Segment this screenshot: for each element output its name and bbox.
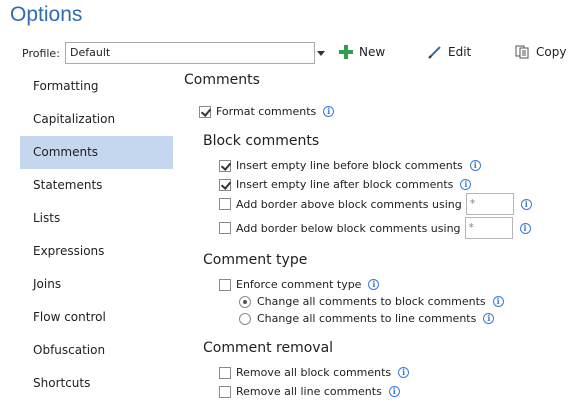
edit-button[interactable]: Edit: [428, 45, 471, 59]
to-line-radio[interactable]: [239, 312, 251, 325]
copy-label: Copy: [536, 45, 567, 59]
nav-item-comments[interactable]: Comments: [20, 136, 173, 169]
pencil-icon: [428, 46, 441, 59]
border-below-char-input[interactable]: *: [464, 217, 513, 239]
profile-select[interactable]: Default: [65, 42, 315, 64]
insert-after-option[interactable]: Insert empty line after block comments i: [219, 178, 472, 191]
info-icon[interactable]: i: [519, 222, 531, 234]
info-icon[interactable]: i: [460, 179, 472, 190]
info-icon[interactable]: i: [323, 106, 335, 117]
remove-block-label: Remove all block comments: [236, 366, 392, 379]
remove-line-option[interactable]: Remove all line comments i: [219, 385, 400, 398]
remove-line-checkbox[interactable]: [219, 385, 231, 398]
section-heading-comment-type: Comment type: [203, 252, 308, 268]
border-above-option[interactable]: Add border above block comments using * …: [219, 193, 532, 215]
border-above-checkbox[interactable]: [219, 198, 231, 210]
new-button[interactable]: New: [339, 45, 385, 59]
info-icon[interactable]: i: [368, 279, 380, 290]
section-heading-comment-removal: Comment removal: [203, 340, 334, 356]
insert-before-label: Insert empty line before block comments: [236, 159, 463, 172]
info-icon[interactable]: i: [483, 313, 495, 324]
nav-item-obfuscation[interactable]: Obfuscation: [20, 334, 173, 367]
to-line-label: Change all comments to line comments: [257, 312, 477, 325]
format-comments-label: Format comments: [216, 105, 317, 118]
format-comments-option[interactable]: Format comments i: [199, 105, 335, 118]
options-nav: Formatting Capitalization Comments State…: [20, 70, 173, 400]
nav-item-statements[interactable]: Statements: [20, 169, 173, 202]
to-block-label: Change all comments to block comments: [257, 295, 486, 308]
info-icon[interactable]: i: [469, 160, 481, 171]
profile-label: Profile:: [22, 47, 60, 60]
to-line-option[interactable]: Change all comments to line comments i: [239, 312, 495, 325]
remove-block-checkbox[interactable]: [219, 366, 231, 379]
section-heading-comments: Comments: [184, 72, 260, 88]
border-above-char-input[interactable]: *: [465, 193, 514, 215]
to-block-radio[interactable]: [239, 295, 251, 308]
insert-after-checkbox[interactable]: [219, 178, 231, 191]
nav-item-joins[interactable]: Joins: [20, 268, 173, 301]
nav-item-flow-control[interactable]: Flow control: [20, 301, 173, 334]
nav-item-shortcuts[interactable]: Shortcuts: [20, 367, 173, 400]
insert-before-checkbox[interactable]: [219, 159, 231, 172]
remove-line-label: Remove all line comments: [236, 385, 382, 398]
copy-button[interactable]: Copy: [515, 45, 566, 59]
insert-before-option[interactable]: Insert empty line before block comments …: [219, 159, 481, 172]
plus-icon: [339, 45, 353, 59]
nav-item-formatting[interactable]: Formatting: [20, 70, 173, 103]
section-heading-block-comments: Block comments: [203, 133, 320, 149]
nav-item-expressions[interactable]: Expressions: [20, 235, 173, 268]
nav-item-lists[interactable]: Lists: [20, 202, 173, 235]
border-below-option[interactable]: Add border below block comments using * …: [219, 217, 531, 239]
border-above-label: Add border above block comments using: [236, 197, 462, 211]
nav-item-capitalization[interactable]: Capitalization: [20, 103, 173, 136]
enforce-type-label: Enforce comment type: [236, 278, 362, 291]
info-icon[interactable]: i: [398, 367, 410, 378]
copy-icon: [515, 45, 529, 59]
info-icon[interactable]: i: [520, 198, 532, 210]
format-comments-checkbox[interactable]: [199, 105, 211, 118]
edit-label: Edit: [448, 45, 472, 59]
border-below-label: Add border below block comments using: [236, 221, 461, 235]
enforce-type-option[interactable]: Enforce comment type i: [219, 278, 380, 291]
chevron-down-icon[interactable]: [317, 51, 325, 56]
to-block-option[interactable]: Change all comments to block comments i: [239, 295, 504, 308]
info-icon[interactable]: i: [492, 296, 504, 307]
new-label: New: [359, 45, 386, 59]
info-icon[interactable]: i: [388, 386, 400, 397]
window-title: Options: [10, 3, 83, 26]
border-below-checkbox[interactable]: [219, 222, 231, 234]
enforce-type-checkbox[interactable]: [219, 278, 231, 291]
remove-block-option[interactable]: Remove all block comments i: [219, 366, 410, 379]
insert-after-label: Insert empty line after block comments: [236, 178, 454, 191]
